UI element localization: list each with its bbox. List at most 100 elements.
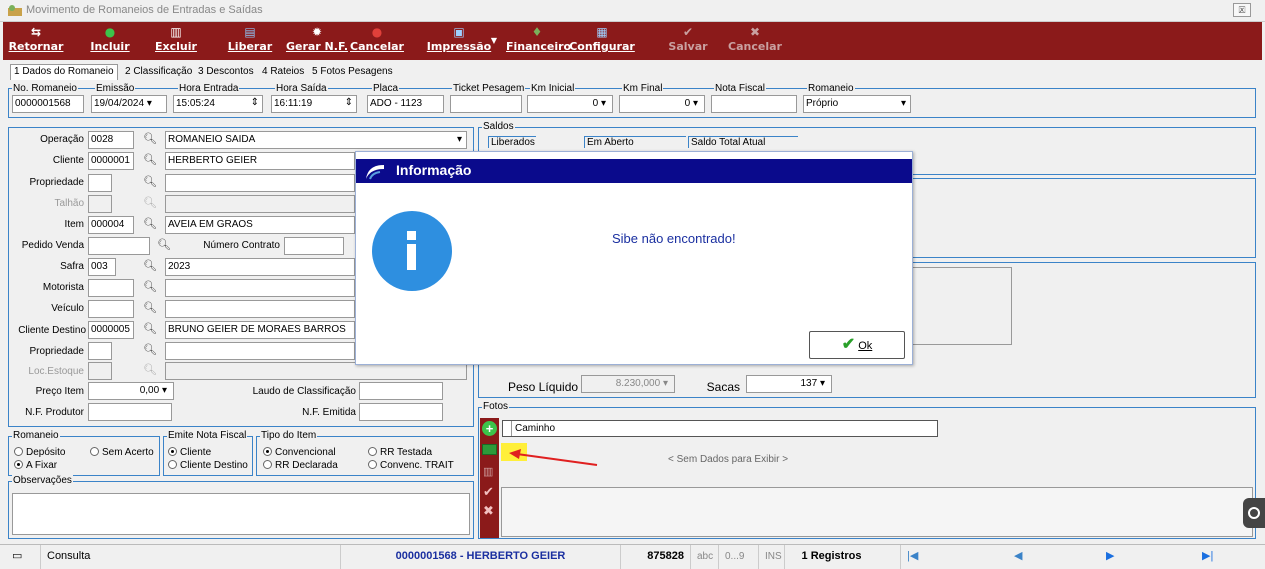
propriedade2-code[interactable]: [88, 342, 112, 360]
radio-convencional[interactable]: Convencional: [263, 447, 336, 458]
nota-fiscal-field[interactable]: [711, 95, 797, 113]
cancelar-button[interactable]: ● Cancelar: [347, 22, 407, 60]
motorista-label: Motorista: [42, 282, 84, 293]
cliente-desc[interactable]: HERBERTO GEIER: [165, 152, 355, 170]
hora-entrada-field[interactable]: 15:05:24 ⇕: [173, 95, 263, 113]
ticket-field[interactable]: [450, 95, 522, 113]
first-record-icon[interactable]: |◀: [900, 545, 924, 569]
salvar-button[interactable]: ✔ Salvar: [658, 22, 718, 60]
propriedade-label: Propriedade: [29, 177, 84, 188]
radio-a-fixar[interactable]: A Fixar: [14, 460, 57, 471]
search-icon[interactable]: 🔍︎: [141, 321, 159, 339]
dialog-message: Sibe não encontrado!: [612, 231, 736, 246]
placa-field[interactable]: ADO - 1123: [367, 95, 444, 113]
loc-estoque-label: Loc.Estoque: [28, 366, 84, 377]
search-icon[interactable]: 🔍︎: [141, 342, 159, 360]
radio-rr-testada[interactable]: RR Testada: [368, 447, 432, 458]
camera-icon[interactable]: [482, 444, 497, 455]
sacas-field[interactable]: 137 ▾: [746, 375, 832, 393]
pedido-venda-field[interactable]: [88, 237, 150, 255]
gerar-nf-button[interactable]: ✹ Gerar N.F.: [285, 22, 349, 60]
search-icon[interactable]: 🔍︎: [141, 174, 159, 192]
info-dialog: Informação Sibe não encontrado! ✔ Ok: [355, 151, 913, 365]
next-record-icon[interactable]: ▶: [1100, 545, 1120, 569]
veiculo-desc[interactable]: [165, 300, 355, 318]
placa-label: Placa: [372, 83, 400, 94]
cliente-code[interactable]: 0000001: [88, 152, 134, 170]
search-icon[interactable]: 🔍︎: [141, 216, 159, 234]
spinner-icon: ⇕: [250, 97, 259, 108]
tab-rateios[interactable]: 4 Rateios: [258, 64, 308, 80]
talhao-desc: [165, 195, 355, 213]
cliente-destino-desc[interactable]: BRUNO GEIER DE MORAES BARROS: [165, 321, 355, 339]
cancelar-edit-button[interactable]: ✖ Cancelar: [725, 22, 785, 60]
safra-label: Safra: [60, 261, 84, 272]
km-final-label: Km Final: [622, 83, 664, 94]
last-record-icon[interactable]: ▶|: [1196, 545, 1219, 569]
prev-record-icon[interactable]: ◀: [1008, 545, 1028, 569]
no-romaneio-field[interactable]: 0000001568: [12, 95, 84, 113]
item-code[interactable]: 000004: [88, 216, 134, 234]
settings-icon: ▦: [596, 25, 608, 39]
liberar-button[interactable]: ▤ Liberar: [225, 22, 275, 60]
veiculo-code[interactable]: [88, 300, 134, 318]
laudo-field[interactable]: [359, 382, 443, 400]
radio-convenc-trait[interactable]: Convenc. TRAIT: [368, 460, 454, 471]
nf-produtor-field[interactable]: [88, 403, 172, 421]
side-handle[interactable]: [1243, 498, 1265, 528]
search-icon[interactable]: 🔍︎: [155, 237, 173, 255]
search-icon[interactable]: 🔍︎: [141, 258, 159, 276]
romaneio-select[interactable]: Próprio ▾: [803, 95, 911, 113]
delete-photo-icon[interactable]: ▥: [483, 465, 493, 478]
tab-descontos[interactable]: 3 Descontos: [194, 64, 258, 80]
check-icon[interactable]: ✔: [483, 484, 494, 500]
motorista-desc[interactable]: [165, 279, 355, 297]
propriedade-desc[interactable]: [165, 174, 355, 192]
operacao-code[interactable]: 0028: [88, 131, 134, 149]
impressao-dropdown-icon[interactable]: ▼: [489, 36, 499, 46]
x-icon[interactable]: ✖: [483, 503, 494, 519]
search-icon[interactable]: 🔍︎: [141, 279, 159, 297]
operacao-desc[interactable]: ROMANEIO SAIDA ▾: [165, 131, 467, 149]
tab-dados[interactable]: 1 Dados do Romaneio: [10, 64, 118, 80]
km-inicial-field[interactable]: 0 ▾: [527, 95, 613, 113]
tab-classificacao[interactable]: 2 Classificação: [121, 64, 196, 80]
close-button[interactable]: 🗵: [1233, 3, 1251, 17]
propriedade-code[interactable]: [88, 174, 112, 192]
km-final-field[interactable]: 0 ▾: [619, 95, 705, 113]
cliente-destino-code[interactable]: 0000005: [88, 321, 134, 339]
emissao-field[interactable]: 19/04/2024 ▾: [91, 95, 167, 113]
money-bag-icon: ♦: [531, 25, 543, 39]
search-icon[interactable]: 🔍︎: [141, 300, 159, 318]
excluir-button[interactable]: ▥ Excluir: [151, 22, 201, 60]
retornar-button[interactable]: ⇆ Retornar: [5, 22, 67, 60]
configurar-button[interactable]: ▦ Configurar: [568, 22, 636, 60]
motorista-code[interactable]: [88, 279, 134, 297]
nf-emitida-field[interactable]: [359, 403, 443, 421]
search-icon[interactable]: 🔍︎: [141, 131, 159, 149]
numero-contrato-field[interactable]: [284, 237, 344, 255]
dialog-body: Sibe não encontrado! ✔ Ok: [360, 183, 910, 363]
search-icon[interactable]: 🔍︎: [141, 152, 159, 170]
safra-code[interactable]: 003: [88, 258, 116, 276]
radio-cliente-destino[interactable]: Cliente Destino: [168, 460, 248, 471]
item-desc[interactable]: AVEIA EM GRAOS: [165, 216, 355, 234]
propriedade2-desc[interactable]: [165, 342, 355, 360]
hora-saida-field[interactable]: 16:11:19 ⇕: [271, 95, 357, 113]
impressao-button[interactable]: ▣ Impressão: [419, 22, 499, 60]
observacoes-textarea[interactable]: [12, 493, 470, 535]
status-abc: abc: [690, 545, 718, 569]
item-label: Item: [64, 219, 84, 230]
ok-button[interactable]: ✔ Ok: [809, 331, 905, 359]
radio-deposito[interactable]: Depósito: [14, 447, 65, 458]
incluir-button[interactable]: ● Incluir: [85, 22, 135, 60]
radio-rr-declarada[interactable]: RR Declarada: [263, 460, 338, 471]
financeiro-button[interactable]: ♦ Financeiro: [506, 22, 571, 60]
add-photo-icon[interactable]: +: [482, 421, 497, 436]
tab-fotos[interactable]: 5 Fotos Pesagens: [308, 64, 397, 80]
radio-sem-acerto[interactable]: Sem Acerto: [90, 447, 154, 458]
check-icon: ✔: [841, 336, 856, 353]
preco-item-field[interactable]: 0,00 ▾: [88, 382, 174, 400]
safra-desc[interactable]: 2023: [165, 258, 355, 276]
radio-cliente[interactable]: Cliente: [168, 447, 211, 458]
